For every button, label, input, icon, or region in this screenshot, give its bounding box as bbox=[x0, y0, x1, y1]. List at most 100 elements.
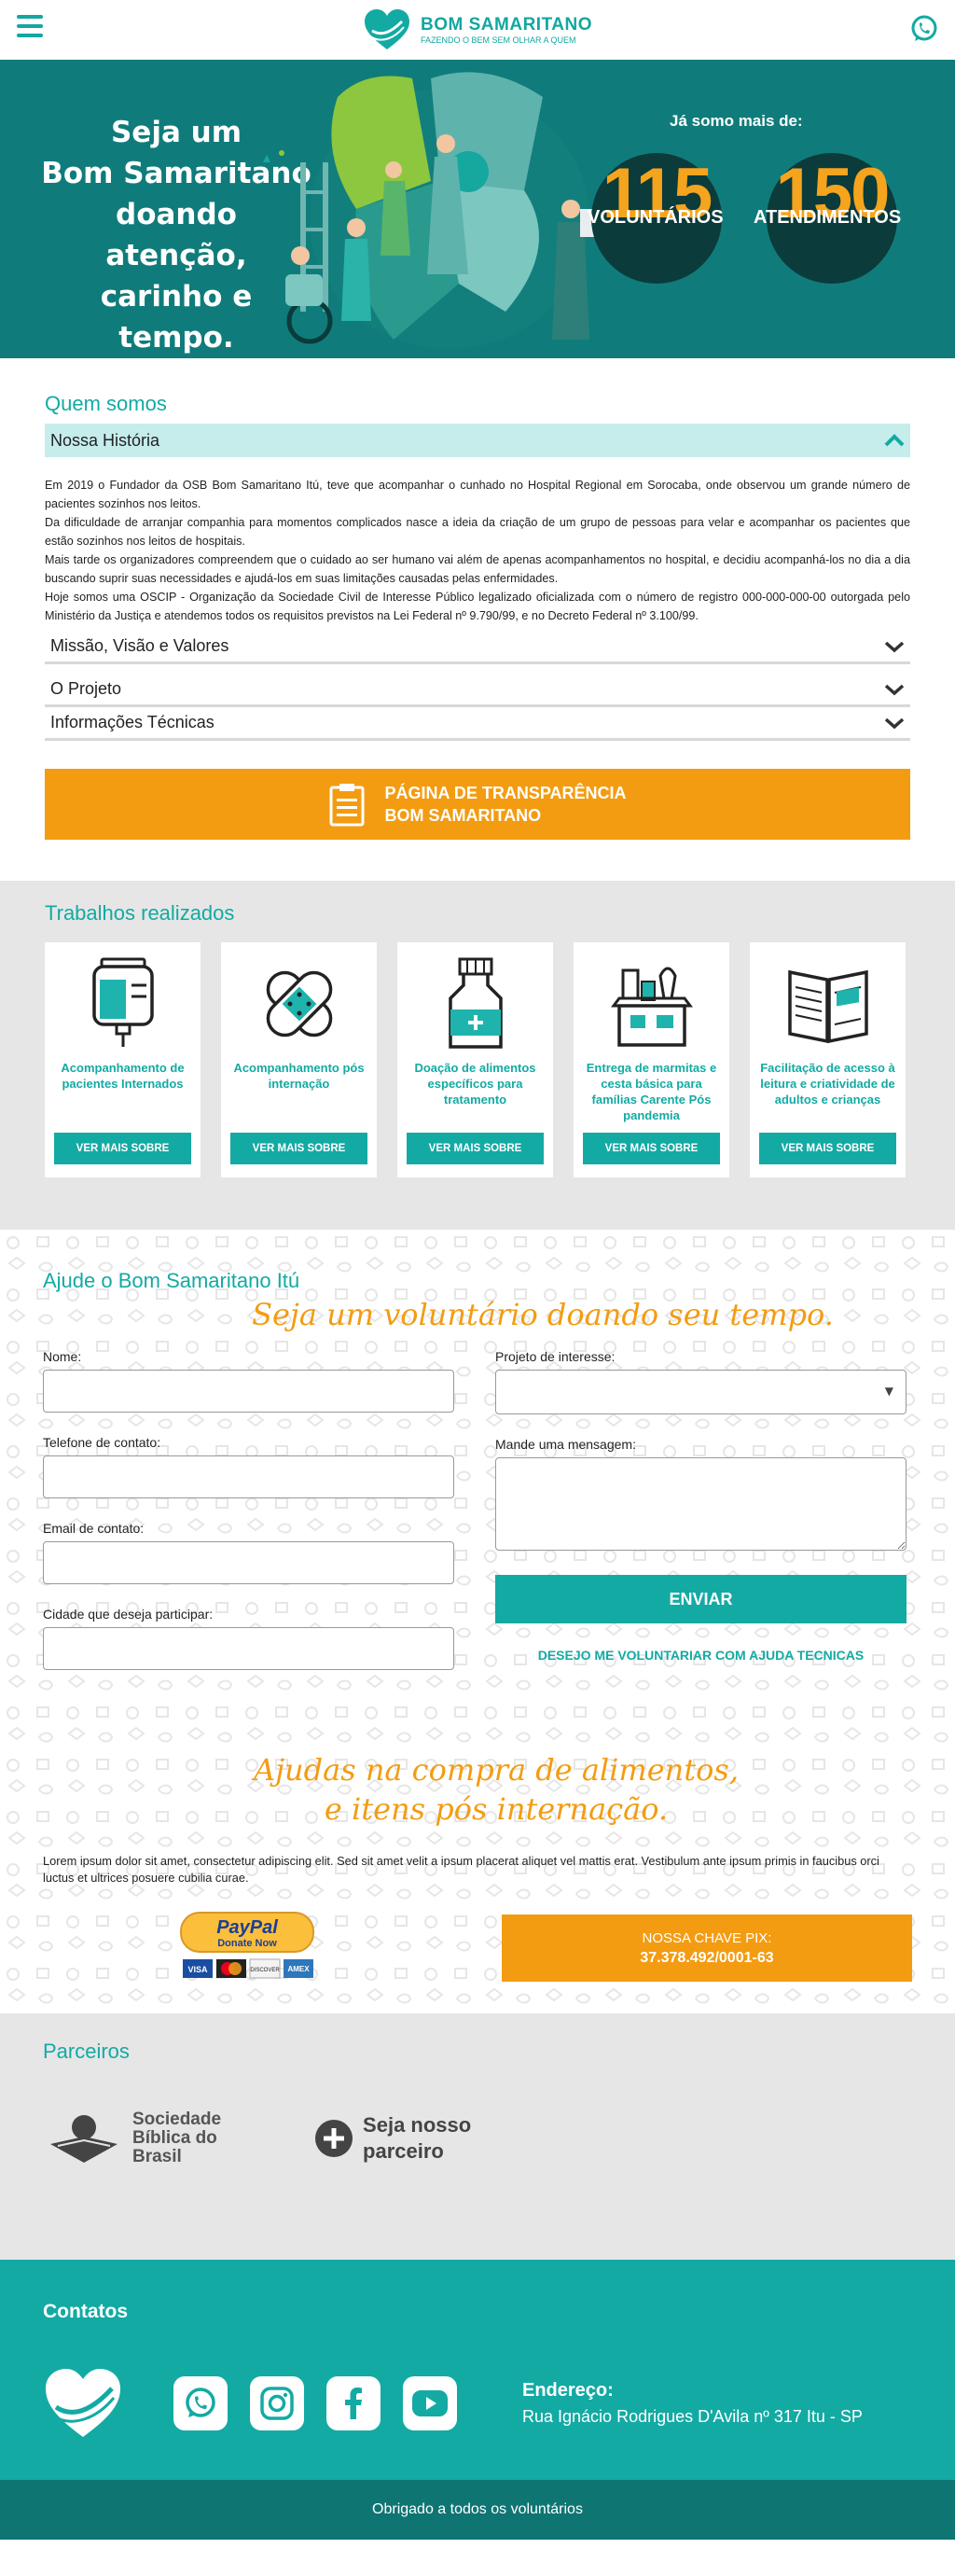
work-card-title: Acompanhamento pós internação bbox=[233, 1061, 365, 1091]
facebook-social-button[interactable] bbox=[326, 2376, 381, 2430]
see-more-button[interactable]: VER MAIS SOBRE bbox=[583, 1133, 720, 1164]
accordion-mission-header[interactable]: Missão, Visão e Valores bbox=[45, 631, 910, 664]
medicine-bottle-icon bbox=[448, 957, 503, 1049]
paypal-donate-button[interactable]: PayPal Donate Now VISA DISCOVER AMEX bbox=[177, 1911, 317, 1985]
site-footer: Obrigado a todos os voluntários bbox=[0, 2480, 955, 2540]
see-more-button[interactable]: VER MAIS SOBRE bbox=[230, 1133, 367, 1164]
become-partner-link[interactable]: Seja nosso parceiro bbox=[314, 2112, 471, 2165]
work-card-title: Facilitação de acesso à leitura e criati… bbox=[760, 1061, 895, 1107]
hamburger-menu-icon[interactable] bbox=[17, 15, 43, 41]
send-button[interactable]: ENVIAR bbox=[495, 1575, 907, 1623]
work-card-title: Entrega de marmitas e cesta básica para … bbox=[586, 1061, 717, 1122]
donation-description: Lorem ipsum dolor sit amet, consectetur … bbox=[43, 1854, 879, 1885]
history-paragraph: Da dificuldade de arranjar companhia par… bbox=[45, 516, 910, 548]
history-paragraph: Em 2019 o Fundador da OSB Bom Samaritano… bbox=[45, 479, 910, 510]
email-field[interactable] bbox=[43, 1541, 454, 1584]
address-line: Rua Ignácio Rodrigues D'Avila nº 317 Itu… bbox=[522, 2407, 863, 2426]
hero-already-count: Já somo mais de: bbox=[670, 112, 803, 130]
accordion-technical-title: Informações Técnicas bbox=[50, 713, 215, 731]
help-section: Ajude o Bom Samaritano Itú Seja um volun… bbox=[0, 1230, 955, 2013]
food-tagline: Ajudas na compra de alimentos, e itens p… bbox=[254, 1752, 739, 1827]
paypal-logo: PayPal bbox=[216, 1917, 278, 1938]
whatsapp-icon bbox=[186, 2388, 215, 2417]
history-paragraph: Mais tarde os organizadores compreendem … bbox=[45, 553, 910, 585]
hero-banner: Seja um Bom Samaritano doando atenção, c… bbox=[0, 60, 955, 358]
about-section: Quem somos Nossa História Em 2019 o Fund… bbox=[0, 358, 955, 881]
whatsapp-icon[interactable] bbox=[908, 13, 940, 45]
svg-text:DISCOVER: DISCOVER bbox=[250, 1968, 280, 1973]
volunteer-form: Nome: Telefone de contato: Email de cont… bbox=[43, 1349, 912, 1692]
accordion-project-header[interactable]: O Projeto bbox=[45, 674, 910, 707]
address-title: Endereço: bbox=[522, 2380, 614, 2401]
bible-society-logo-icon bbox=[50, 2115, 118, 2163]
volunteer-tagline: Seja um voluntário doando seu tempo. bbox=[252, 1297, 834, 1332]
technical-volunteer-link[interactable]: DESEJO ME VOLUNTARIAR COM AJUDA TECNICAS bbox=[495, 1648, 907, 1663]
logo-title: BOM SAMARITANO bbox=[421, 15, 592, 35]
partner-name: Sociedade Bíblica do Brasil bbox=[132, 2110, 222, 2166]
heart-logo-icon bbox=[46, 2369, 120, 2437]
logo-subtitle: FAZENDO O BEM SEM OLHAR A QUEM bbox=[421, 35, 576, 45]
iv-bag-icon bbox=[91, 957, 154, 1047]
chevron-down-icon bbox=[884, 717, 905, 729]
whatsapp-social-button[interactable] bbox=[173, 2376, 228, 2430]
work-card-title: Doação de alimentos específicos para tra… bbox=[414, 1061, 536, 1107]
plus-circle-icon bbox=[315, 2120, 353, 2157]
facebook-icon bbox=[345, 2388, 362, 2419]
stat-volunteers-label: VOLUNTÁRIOS bbox=[588, 207, 724, 228]
accordion-mission-title: Missão, Visão e Valores bbox=[50, 636, 229, 655]
accordion-history-title: Nossa História bbox=[50, 430, 160, 450]
city-field[interactable] bbox=[43, 1627, 454, 1670]
message-label: Mande uma mensagem: bbox=[495, 1437, 636, 1452]
name-label: Nome: bbox=[43, 1349, 82, 1364]
svg-text:VISA: VISA bbox=[187, 1965, 208, 1974]
youtube-social-button[interactable] bbox=[403, 2376, 457, 2430]
chevron-down-icon bbox=[884, 684, 905, 695]
phone-field[interactable] bbox=[43, 1455, 454, 1498]
see-more-button[interactable]: VER MAIS SOBRE bbox=[407, 1133, 544, 1164]
see-more-button[interactable]: VER MAIS SOBRE bbox=[759, 1133, 896, 1164]
clipboard-icon bbox=[329, 784, 365, 827]
message-field[interactable] bbox=[495, 1457, 907, 1551]
transparency-line1: PÁGINA DE TRANSPARÊNCIA bbox=[384, 784, 627, 802]
work-card: Entrega de marmitas e cesta básica para … bbox=[574, 942, 729, 1177]
site-header: BOM SAMARITANO FAZENDO O BEM SEM OLHAR A… bbox=[0, 0, 955, 60]
partners-section: Parceiros Sociedade Bíblica do Brasil Se… bbox=[0, 2013, 955, 2260]
site-logo[interactable]: BOM SAMARITANO FAZENDO O BEM SEM OLHAR A… bbox=[363, 8, 592, 51]
accordion-history-header[interactable]: Nossa História bbox=[45, 424, 910, 457]
pix-label: NOSSA CHAVE PIX: bbox=[642, 1929, 772, 1946]
name-field[interactable] bbox=[43, 1370, 454, 1413]
works-title: Trabalhos realizados bbox=[45, 901, 235, 925]
pix-key: 37.378.492/0001-63 bbox=[640, 1949, 774, 1966]
city-label: Cidade que deseja participar: bbox=[43, 1607, 214, 1622]
project-select[interactable]: ▼ bbox=[495, 1370, 907, 1414]
paypal-donate-label: Donate Now bbox=[217, 1938, 277, 1949]
accordion-technical-header[interactable]: Informações Técnicas bbox=[45, 707, 910, 741]
partner-sbb[interactable]: Sociedade Bíblica do Brasil bbox=[48, 2110, 221, 2166]
work-card-title: Acompanhamento de pacientes Internados bbox=[61, 1061, 185, 1091]
contacts-title: Contatos bbox=[43, 2301, 128, 2322]
about-title: Quem somos bbox=[45, 392, 167, 415]
pix-key-button[interactable]: NOSSA CHAVE PIX: 37.378.492/0001-63 bbox=[502, 1915, 912, 1982]
contacts-section: Contatos Endereço: Rua Ignácio Rodrigues… bbox=[0, 2260, 955, 2480]
become-partner-line2: parceiro bbox=[363, 2139, 444, 2163]
heart-logo-icon bbox=[365, 9, 410, 49]
transparency-line2: BOM SAMARITANO bbox=[384, 806, 542, 825]
instagram-icon bbox=[260, 2387, 294, 2420]
chevron-up-icon bbox=[884, 434, 905, 447]
become-partner-line1: Seja nosso bbox=[363, 2113, 472, 2137]
help-title: Ajude o Bom Samaritano Itú bbox=[43, 1269, 300, 1292]
history-paragraph: Hoje somos uma OSCIP - Organização da So… bbox=[45, 591, 910, 622]
footer-text: Obrigado a todos os voluntários bbox=[372, 2501, 583, 2517]
work-card: Doação de alimentos específicos para tra… bbox=[397, 942, 553, 1177]
chevron-down-icon bbox=[884, 641, 905, 652]
email-label: Email de contato: bbox=[43, 1521, 145, 1536]
instagram-social-button[interactable] bbox=[250, 2376, 304, 2430]
transparency-button[interactable]: PÁGINA DE TRANSPARÊNCIA BOM SAMARITANO bbox=[45, 769, 910, 840]
phone-label: Telefone de contato: bbox=[43, 1435, 161, 1450]
partners-title: Parceiros bbox=[43, 2040, 130, 2063]
accordion-history-body: Em 2019 o Fundador da OSB Bom Samaritano… bbox=[45, 457, 910, 631]
open-book-icon bbox=[787, 969, 868, 1044]
stat-attendances-label: ATENDIMENTOS bbox=[754, 207, 902, 228]
youtube-icon bbox=[412, 2390, 448, 2416]
see-more-button[interactable]: VER MAIS SOBRE bbox=[54, 1133, 191, 1164]
